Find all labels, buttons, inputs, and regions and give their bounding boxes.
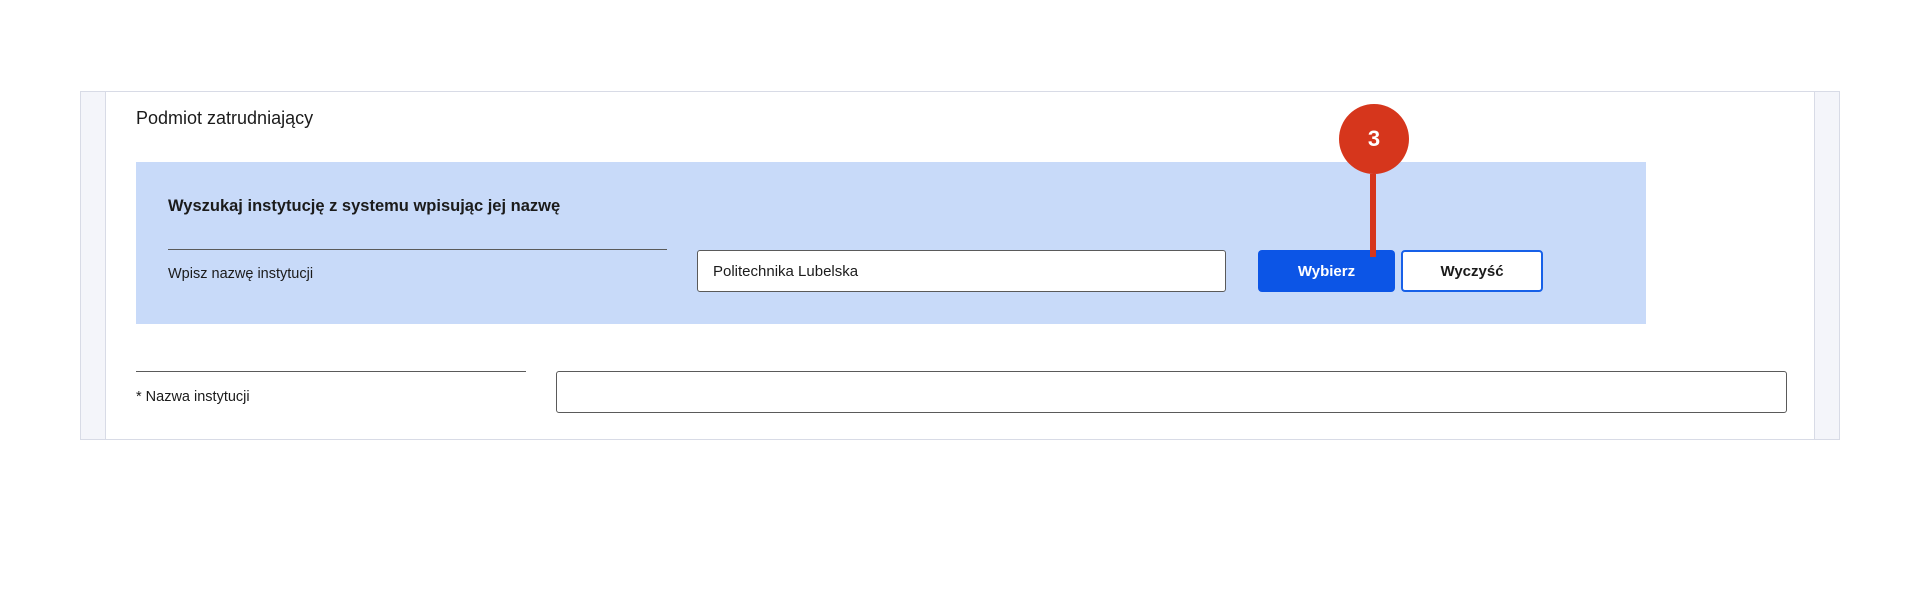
search-label: Wpisz nazwę instytucji	[168, 266, 314, 282]
clear-button[interactable]: Wyczyść	[1401, 250, 1543, 292]
name-label-divider	[136, 371, 526, 372]
form-frame: Podmiot zatrudniający Wyszukaj instytucj…	[80, 91, 1840, 440]
search-heading: Wyszukaj instytucję z systemu wpisując j…	[168, 197, 561, 215]
institution-name-label: * Nazwa instytucji	[136, 389, 250, 405]
institution-name-input[interactable]	[556, 371, 1787, 413]
callout-badge: 3	[1339, 104, 1409, 174]
search-label-divider	[168, 249, 667, 250]
institution-search-input[interactable]	[697, 250, 1226, 292]
callout-pointer	[1370, 174, 1376, 257]
institution-search-box: Wyszukaj instytucję z systemu wpisując j…	[136, 162, 1646, 324]
section-title: Podmiot zatrudniający	[136, 108, 314, 128]
employer-panel: Podmiot zatrudniający Wyszukaj instytucj…	[105, 92, 1815, 439]
